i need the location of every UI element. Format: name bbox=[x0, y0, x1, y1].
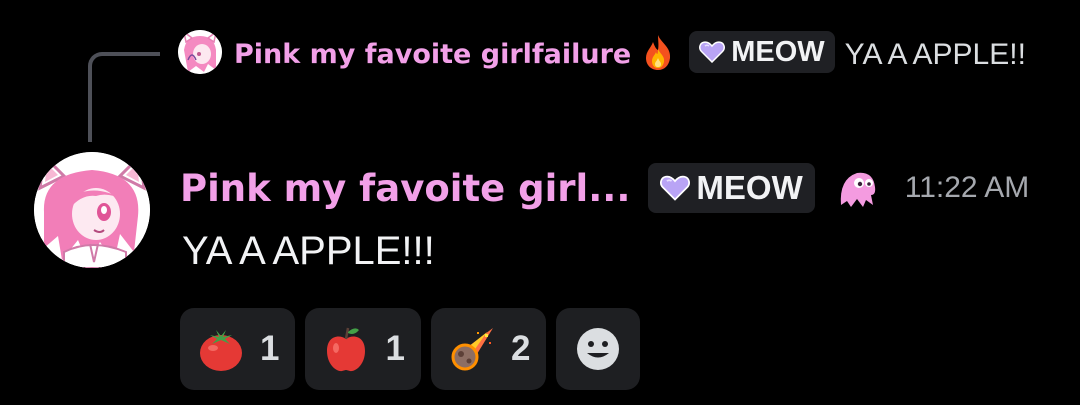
reply-role-tag-label: MEOW bbox=[731, 36, 825, 68]
purple-heart-icon bbox=[660, 175, 691, 201]
reaction-count: 1 bbox=[260, 329, 280, 368]
reply-message-text[interactable]: YA A APPLE!! bbox=[845, 38, 1026, 71]
reply-author-name[interactable]: Pink my favoite girlfailure bbox=[234, 39, 631, 70]
reaction-red-apple[interactable]: 1 bbox=[305, 308, 421, 390]
add-reaction-button[interactable] bbox=[556, 308, 641, 390]
reply-avatar[interactable] bbox=[178, 30, 222, 74]
smiley-add-reaction-icon bbox=[577, 328, 620, 370]
reaction-tomato[interactable]: 1 bbox=[180, 308, 296, 390]
meteor-emoji-icon bbox=[451, 328, 493, 371]
author-avatar[interactable] bbox=[34, 152, 150, 268]
pink-ghost-icon[interactable] bbox=[833, 165, 879, 211]
tomato-emoji-icon bbox=[200, 330, 242, 371]
reply-preview[interactable]: Pink my favoite girlfailure MEOW YA A AP… bbox=[178, 28, 1058, 80]
red-apple-emoji-icon bbox=[327, 327, 366, 372]
reply-role-tag[interactable]: MEOW bbox=[689, 31, 835, 73]
author-name[interactable]: Pink my favoite girl... bbox=[180, 167, 630, 210]
message-group: Pink my favoite girlfailure MEOW YA A AP… bbox=[0, 0, 1080, 405]
role-tag-label: MEOW bbox=[696, 169, 803, 206]
message-content: YA A APPLE!!! bbox=[182, 229, 435, 273]
reply-connector-line bbox=[88, 52, 160, 142]
reactions-bar: 1 1 2 bbox=[180, 308, 641, 390]
message-header: Pink my favoite girl... MEOW 11:22 AM bbox=[180, 160, 1029, 216]
role-tag[interactable]: MEOW bbox=[648, 163, 815, 213]
message-timestamp[interactable]: 11:22 AM bbox=[905, 171, 1030, 205]
reaction-count: 2 bbox=[510, 329, 531, 368]
fire-emoji-icon bbox=[641, 33, 675, 71]
purple-heart-icon bbox=[699, 41, 726, 63]
reaction-meteor[interactable]: 2 bbox=[430, 308, 547, 390]
reaction-count: 1 bbox=[385, 329, 405, 368]
